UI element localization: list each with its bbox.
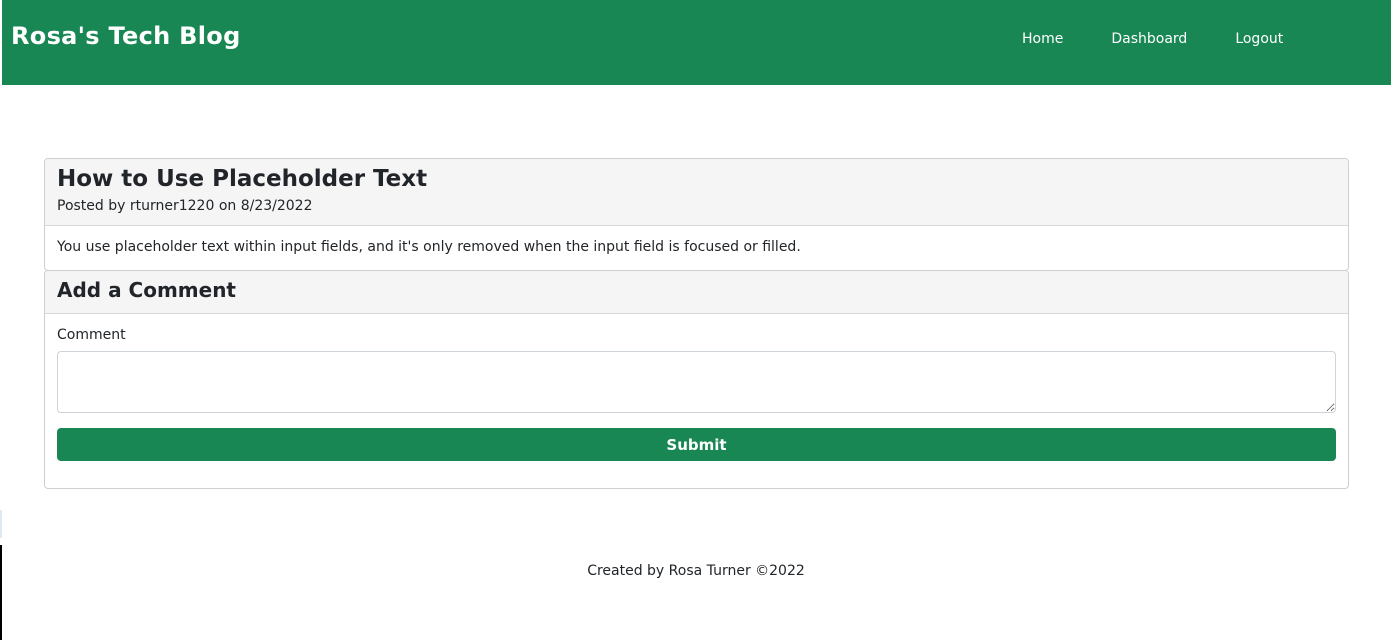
left-edge-dark bbox=[0, 545, 2, 640]
brand-title[interactable]: Rosa's Tech Blog bbox=[11, 22, 241, 50]
nav-link-home[interactable]: Home bbox=[1022, 31, 1063, 47]
comment-form: Comment Submit bbox=[45, 314, 1348, 461]
nav-link-logout[interactable]: Logout bbox=[1235, 31, 1283, 47]
comment-card: Add a Comment Comment Submit bbox=[44, 270, 1349, 489]
comment-textarea[interactable] bbox=[57, 351, 1336, 413]
comment-form-title: Add a Comment bbox=[57, 278, 236, 302]
left-edge-mark bbox=[0, 510, 2, 538]
footer: Created by Rosa Turner ©2022 bbox=[0, 563, 1392, 579]
post-card: How to Use Placeholder Text Posted by rt… bbox=[44, 158, 1349, 271]
post-meta: Posted by rturner1220 on 8/23/2022 bbox=[57, 198, 313, 214]
submit-button[interactable]: Submit bbox=[57, 428, 1336, 461]
page: Rosa's Tech Blog Home Dashboard Logout H… bbox=[0, 0, 1400, 640]
footer-text: Created by Rosa Turner ©2022 bbox=[587, 563, 805, 579]
post-body: You use placeholder text within input fi… bbox=[57, 239, 801, 255]
nav-links: Home Dashboard Logout bbox=[1022, 31, 1331, 47]
comment-label: Comment bbox=[57, 327, 126, 343]
post-header: How to Use Placeholder Text Posted by rt… bbox=[45, 159, 1348, 226]
navbar: Rosa's Tech Blog Home Dashboard Logout bbox=[2, 0, 1391, 85]
post-title: How to Use Placeholder Text bbox=[57, 166, 428, 192]
comment-header: Add a Comment bbox=[45, 271, 1348, 314]
nav-link-dashboard[interactable]: Dashboard bbox=[1111, 31, 1187, 47]
